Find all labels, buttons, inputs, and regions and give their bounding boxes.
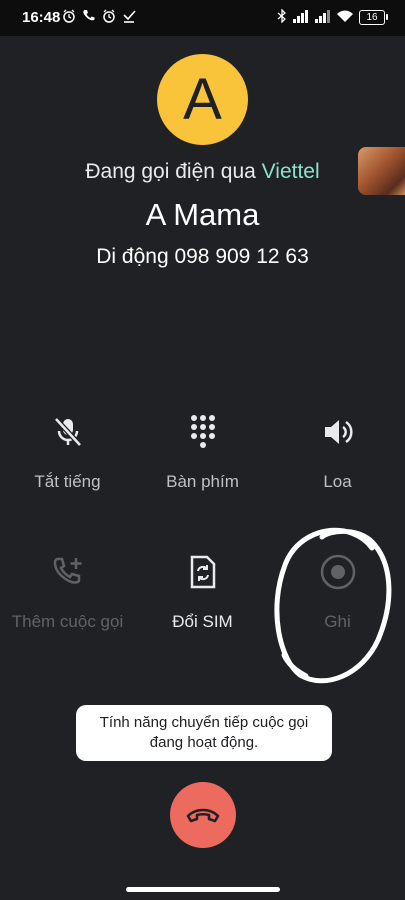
phone-icon (82, 9, 96, 26)
status-time: 16:48 (22, 9, 61, 26)
bluetooth-icon (277, 8, 287, 26)
add-call-button[interactable]: Thêm cuộc gọi (0, 552, 135, 632)
contact-number: Di động 098 909 12 63 (96, 245, 309, 268)
end-call-button[interactable] (170, 782, 236, 848)
speaker-label: Loa (323, 472, 352, 491)
speaker-button[interactable]: Loa (270, 412, 405, 492)
signal-r-icon (315, 9, 331, 26)
record-button[interactable]: Ghi (270, 552, 405, 632)
contact-name: A Mama (145, 197, 260, 232)
forwarding-toast: Tính năng chuyển tiếp cuộc gọi đang hoạt… (76, 705, 332, 761)
gesture-nav-bar[interactable] (126, 887, 280, 892)
sim-switch-icon (135, 552, 270, 592)
status-bar: 16:48 16 (0, 0, 405, 36)
alarm-icon (102, 9, 116, 26)
mute-label: Tắt tiếng (34, 472, 101, 491)
keypad-label: Bàn phím (166, 472, 239, 491)
add-call-icon (0, 552, 135, 592)
wifi-icon (337, 10, 353, 26)
status-right-icons: 16 (277, 8, 388, 26)
dialpad-icon (135, 412, 270, 452)
carrier-name: Viettel (261, 160, 320, 183)
download-icon (122, 9, 136, 26)
contact-avatar: A (157, 54, 248, 145)
calling-via-prefix: Đang gọi điện qua (85, 160, 262, 183)
add-call-label: Thêm cuộc gọi (11, 612, 124, 631)
keypad-button[interactable]: Bàn phím (135, 412, 270, 492)
mic-off-icon (0, 412, 135, 452)
switch-sim-button[interactable]: Đổi SIM (135, 552, 270, 632)
record-label: Ghi (324, 612, 351, 631)
alarm-icon (62, 9, 76, 26)
status-left-icons (62, 9, 136, 26)
signal-icon (293, 9, 309, 26)
hang-up-icon (186, 808, 220, 823)
record-icon (270, 552, 405, 592)
switch-sim-label: Đổi SIM (172, 612, 233, 631)
mute-button[interactable]: Tắt tiếng (0, 412, 135, 492)
speaker-icon (270, 412, 405, 452)
calling-via-text: Đang gọi điện qua Viettel (0, 160, 405, 184)
battery-icon: 16 (359, 10, 388, 25)
